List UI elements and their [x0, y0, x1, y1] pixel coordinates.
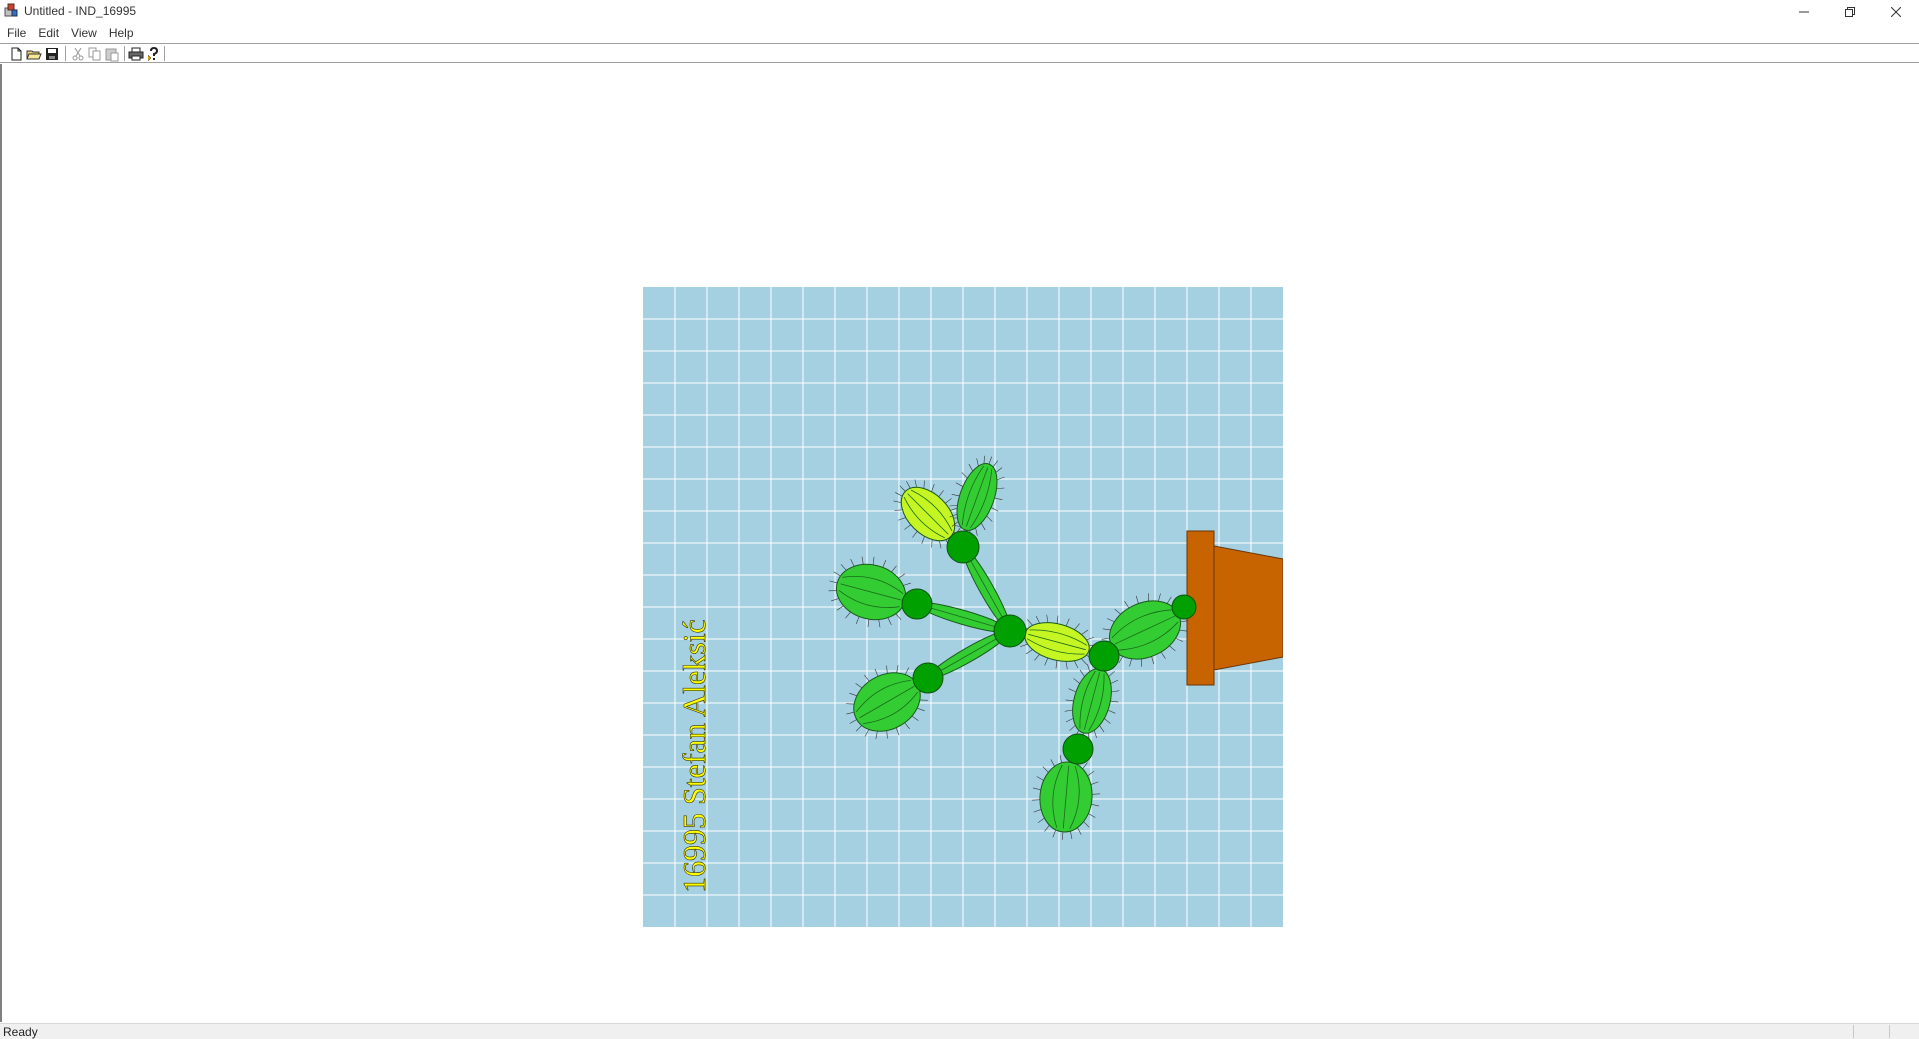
- minimize-button[interactable]: [1781, 0, 1827, 23]
- open-icon[interactable]: [26, 46, 42, 62]
- toolbar-separator: [164, 46, 165, 61]
- application-window: Untitled - IND_16995 File Edit View Help: [0, 0, 1919, 1039]
- status-pane-divider: [1853, 1025, 1854, 1038]
- document-view[interactable]: 16995 Stefan Aleksić: [0, 64, 1919, 1022]
- close-button[interactable]: [1873, 0, 1919, 23]
- cactus-joint: [993, 614, 1027, 648]
- menu-view[interactable]: View: [66, 24, 102, 43]
- cactus-joint: [1062, 733, 1094, 765]
- close-icon: [1891, 6, 1901, 17]
- paste-icon[interactable]: [104, 46, 120, 62]
- menu-file[interactable]: File: [2, 24, 31, 43]
- cactus-joint: [1088, 640, 1120, 672]
- new-icon[interactable]: [8, 46, 24, 62]
- title-bar: Untitled - IND_16995: [0, 0, 1919, 23]
- status-pane-divider: [1889, 1025, 1890, 1038]
- cactus-joint: [946, 530, 980, 564]
- cactus-joint: [912, 662, 944, 694]
- menu-bar: File Edit View Help: [0, 24, 1919, 43]
- restore-button[interactable]: [1827, 0, 1873, 23]
- minimize-icon: [1799, 11, 1809, 12]
- menu-edit[interactable]: Edit: [33, 24, 64, 43]
- toolbar-separator: [124, 46, 125, 61]
- drawing-canvas: 16995 Stefan Aleksić: [643, 287, 1283, 927]
- cut-icon[interactable]: [70, 46, 86, 62]
- menu-help[interactable]: Help: [104, 24, 139, 43]
- save-icon[interactable]: [44, 46, 60, 62]
- cactus-joint: [1171, 594, 1197, 620]
- restore-icon: [1845, 6, 1855, 17]
- toolbar: [0, 43, 1919, 63]
- status-text: Ready: [3, 1025, 38, 1039]
- copy-icon[interactable]: [87, 46, 103, 62]
- status-bar: Ready: [0, 1023, 1919, 1039]
- about-icon[interactable]: [146, 46, 162, 62]
- cactus-joint: [901, 588, 933, 620]
- window-title: Untitled - IND_16995: [24, 4, 137, 18]
- signature-text: 16995 Stefan Aleksić: [676, 619, 712, 893]
- toolbar-separator: [65, 46, 66, 61]
- print-icon[interactable]: [128, 46, 144, 62]
- app-icon: [4, 3, 18, 17]
